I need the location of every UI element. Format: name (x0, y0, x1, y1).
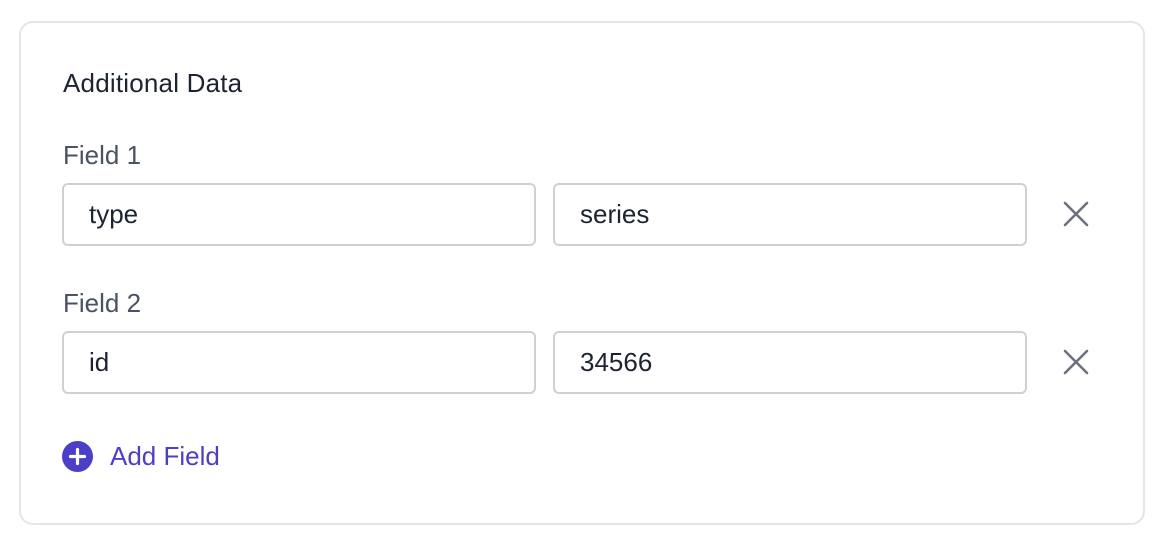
field-label-2: Field 2 (63, 288, 142, 318)
add-field-button[interactable]: Add Field (62, 441, 220, 472)
field-1-value-input[interactable] (553, 183, 1027, 246)
remove-field-1-button[interactable] (1057, 195, 1095, 233)
plus-circle-icon (62, 441, 93, 472)
close-icon (1063, 201, 1089, 227)
field-2-key-input[interactable] (62, 331, 536, 394)
field-label-1: Field 1 (63, 140, 142, 170)
additional-data-card: Additional Data Field 1 Field 2 Add Fiel… (19, 21, 1145, 525)
section-title: Additional Data (63, 68, 243, 98)
close-icon (1063, 349, 1089, 375)
add-field-label: Add Field (110, 441, 220, 471)
field-1-key-input[interactable] (62, 183, 536, 246)
field-2-value-input[interactable] (553, 331, 1027, 394)
remove-field-2-button[interactable] (1057, 343, 1095, 381)
